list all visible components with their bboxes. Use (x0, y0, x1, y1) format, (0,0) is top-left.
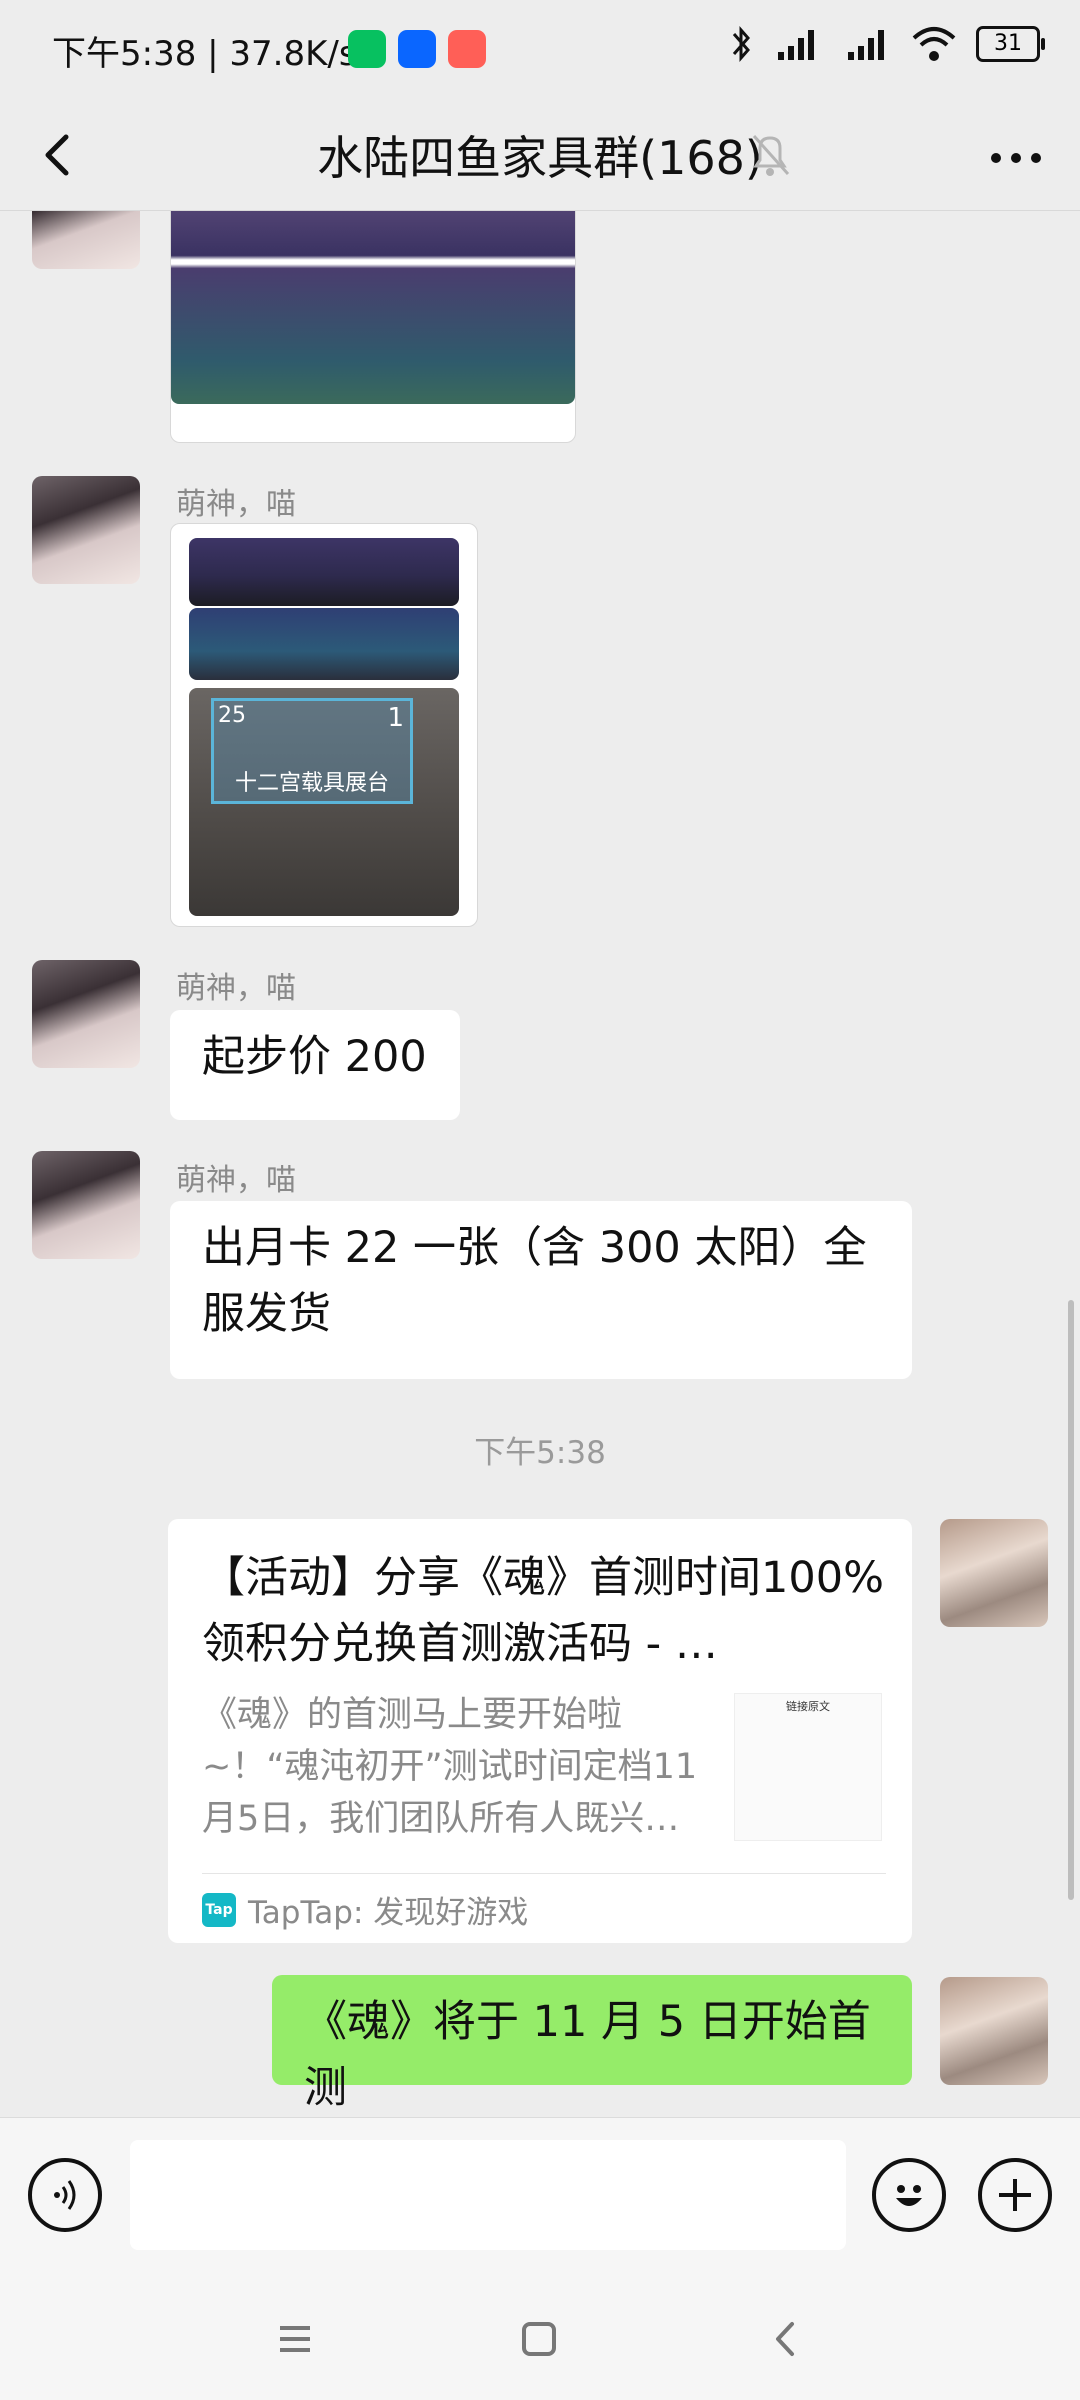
link-card-message[interactable]: 【活动】分享《魂》首测时间100%领积分兑换首测激活码 - … 《魂》的首测马上… (168, 1519, 912, 1943)
wifi-icon (912, 27, 956, 61)
avatar[interactable] (32, 476, 140, 584)
zhihu-icon (398, 30, 436, 68)
link-thumbnail-caption: 链接原文 (786, 1700, 830, 1713)
home-button[interactable] (514, 2314, 564, 2364)
message-timestamp: 下午5:38 (474, 1435, 606, 1471)
back-nav-button[interactable] (760, 2314, 810, 2364)
link-title: 【活动】分享《魂》首测时间100%领积分兑换首测激活码 - … (202, 1553, 884, 1669)
voice-icon (54, 2180, 76, 2210)
item-card: 25 1 十二宫载具展台 (211, 698, 413, 804)
photo-app-icon (448, 30, 486, 68)
item-name: 十二宫载具展台 (234, 771, 389, 796)
bell-mute-icon (752, 134, 790, 176)
game-screenshot (171, 211, 575, 404)
message-input[interactable] (130, 2140, 846, 2250)
wechat-icon (348, 30, 386, 68)
chat-title: 水陆四鱼家具群(168) (317, 131, 763, 185)
game-screenshot (189, 608, 459, 680)
link-thumbnail: 链接原文 (734, 1693, 882, 1841)
item-level: 25 (218, 703, 246, 728)
chat-header: 水陆四鱼家具群(168) (0, 100, 1080, 211)
menu-button[interactable] (270, 2314, 320, 2364)
divider (202, 1873, 886, 1874)
avatar[interactable] (940, 1977, 1048, 2085)
status-time-speed: 下午5:38 | 37.8K/s (52, 34, 357, 74)
sender-name: 萌神，喵 (176, 487, 296, 522)
voice-input-button[interactable] (28, 2158, 102, 2232)
scrollbar[interactable] (1068, 1300, 1074, 1900)
more-options-button[interactable] (986, 128, 1046, 188)
link-source-name: TapTap: 发现好游戏 (248, 1895, 529, 1931)
game-screenshot (189, 538, 459, 606)
bluetooth-icon (732, 26, 750, 62)
avatar[interactable] (940, 1519, 1048, 1627)
hd-signal-icon (778, 30, 814, 60)
smiley-icon (896, 2185, 922, 2206)
avatar[interactable] (32, 211, 140, 269)
link-source: Tap TapTap: 发现好游戏 (202, 1887, 528, 1932)
avatar[interactable] (32, 960, 140, 1068)
plus-icon (999, 2179, 1031, 2211)
sender-name: 萌神，喵 (176, 1163, 296, 1198)
item-count: 1 (387, 703, 404, 733)
taptap-icon: Tap (202, 1892, 236, 1927)
input-bar (0, 2117, 1080, 2278)
link-description: 《魂》的首测马上要开始啦~！“魂沌初开”测试时间定档11月5日，我们团队所有人既… (202, 1695, 698, 1839)
image-message[interactable] (170, 211, 576, 443)
message-bubble[interactable]: 《魂》将于 11 月 5 日开始首测 (272, 1975, 912, 2113)
battery-icon: 31 (976, 26, 1045, 62)
status-bar: 下午5:38 | 37.8K/s 31 (0, 0, 1080, 100)
sender-name: 萌神，喵 (176, 971, 296, 1006)
hd-signal-icon (848, 30, 884, 60)
chat-area[interactable]: 萌神，喵 25 1 十二宫载具展台 萌神，喵 起步价 200 萌神，喵 出月卡 … (0, 211, 1080, 2116)
image-message[interactable]: 25 1 十二宫载具展台 (170, 523, 478, 927)
message-bubble[interactable]: 起步价 200 (170, 1010, 460, 1120)
message-bubble[interactable]: 出月卡 22 一张（含 300 太阳）全服发货 (170, 1201, 912, 1379)
more-functions-button[interactable] (978, 2158, 1052, 2232)
avatar[interactable] (32, 1151, 140, 1259)
game-screenshot: 25 1 十二宫载具展台 (189, 688, 459, 916)
emoji-button[interactable] (872, 2158, 946, 2232)
system-nav-bar (0, 2278, 1080, 2400)
